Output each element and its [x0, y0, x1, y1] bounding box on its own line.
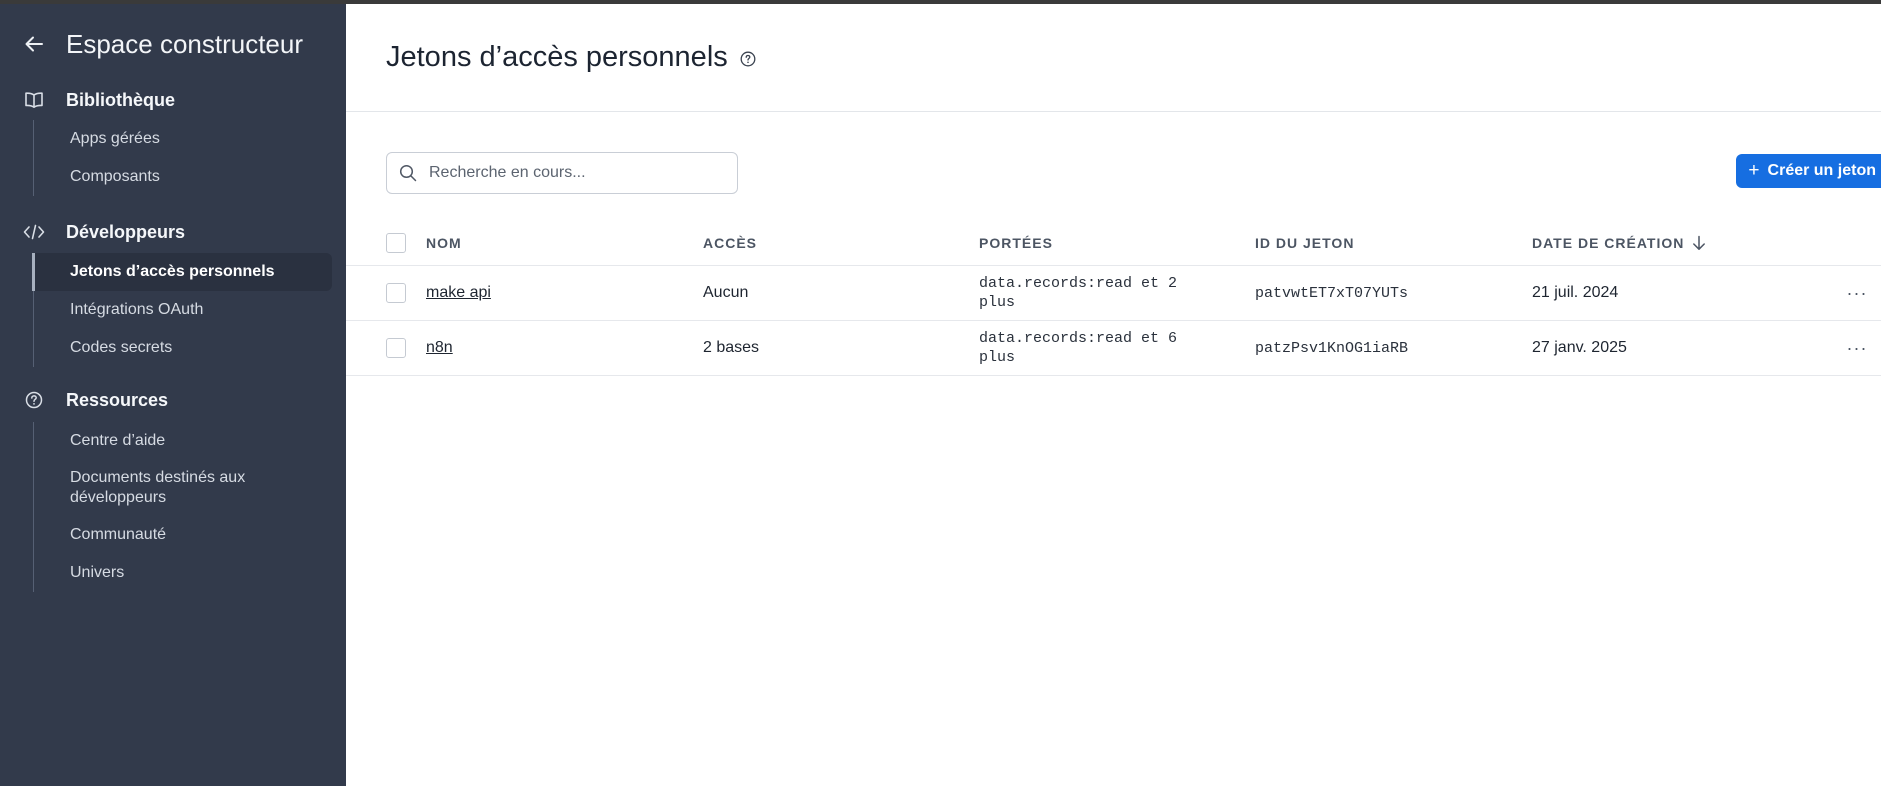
column-header-created[interactable]: DATE DE CRÉATION	[1532, 235, 1792, 251]
main-content: Jetons d’accès personnels + Créer un j	[346, 4, 1881, 786]
toolbar: + Créer un jeton	[386, 152, 1881, 194]
token-scopes: data.records:read et 2 plus	[979, 275, 1178, 311]
plus-icon: +	[1748, 160, 1760, 181]
sidebar-item-secret-codes[interactable]: Codes secrets	[34, 329, 334, 367]
create-token-button[interactable]: + Créer un jeton	[1736, 154, 1881, 188]
sidebar-item-oauth-integrations[interactable]: Intégrations OAuth	[34, 291, 334, 329]
sidebar-item-label: Jetons d’accès personnels	[70, 263, 275, 280]
row-more-options-button[interactable]: ···	[1843, 338, 1871, 358]
sidebar-item-personal-access-tokens[interactable]: Jetons d’accès personnels	[32, 253, 332, 291]
token-created-date: 27 janv. 2025	[1532, 339, 1627, 356]
row-more-options-button[interactable]: ···	[1843, 283, 1871, 303]
search-icon	[399, 164, 417, 182]
help-icon[interactable]	[740, 51, 756, 67]
token-id: patzPsv1KnOG1iaRB	[1255, 339, 1409, 357]
row-select-cell	[346, 338, 426, 358]
sidebar-section-label: Bibliothèque	[66, 89, 175, 110]
page-title: Jetons d’accès personnels	[386, 41, 728, 73]
table-header-row: NOM ACCÈS PORTÉES ID DU JETON DATE DE CR…	[346, 220, 1881, 266]
arrow-left-icon	[25, 36, 43, 52]
token-name-link[interactable]: n8n	[426, 339, 453, 356]
sidebar-item-universe[interactable]: Univers	[34, 554, 334, 592]
sidebar: Espace constructeur Bibliothèque Apps gé…	[0, 4, 346, 786]
select-all-checkbox[interactable]	[386, 232, 406, 253]
sidebar-item-label: Univers	[70, 564, 125, 581]
table-row[interactable]: make api Aucun data.records:read et 2 pl…	[346, 266, 1881, 321]
row-checkbox[interactable]	[386, 338, 406, 358]
sort-descending-icon	[1693, 235, 1706, 250]
sidebar-section-resources: Ressources	[20, 385, 168, 415]
column-header-access[interactable]: ACCÈS	[703, 235, 979, 251]
token-access: 2 bases	[703, 339, 760, 356]
sidebar-section-label: Ressources	[66, 389, 169, 410]
sidebar-item-label: Communauté	[70, 526, 167, 543]
token-access: Aucun	[703, 284, 749, 301]
sidebar-item-label: Composants	[70, 168, 160, 185]
sidebar-item-community[interactable]: Communauté	[34, 516, 334, 554]
search-input[interactable]	[429, 164, 719, 182]
token-name-link[interactable]: make api	[426, 284, 491, 301]
sidebar-item-label: Documents destinés aux développeurs	[70, 469, 246, 506]
column-header-token-id[interactable]: ID DU JETON	[1255, 235, 1532, 251]
sidebar-title: Espace constructeur	[66, 28, 304, 59]
page-header: Jetons d’accès personnels	[346, 4, 1881, 112]
sidebar-header: Espace constructeur	[20, 24, 303, 64]
select-all-cell	[346, 232, 426, 253]
sidebar-item-label: Codes secrets	[70, 339, 173, 356]
token-id: patvwtET7xT07YUTs	[1255, 284, 1409, 302]
sidebar-section-developers: Développeurs	[20, 217, 185, 247]
sidebar-item-components[interactable]: Composants	[34, 158, 334, 196]
tokens-table: NOM ACCÈS PORTÉES ID DU JETON DATE DE CR…	[346, 220, 1881, 376]
column-header-created-label: DATE DE CRÉATION	[1532, 234, 1685, 251]
sidebar-item-label: Apps gérées	[70, 130, 160, 147]
row-select-cell	[346, 283, 426, 303]
app-shell: Espace constructeur Bibliothèque Apps gé…	[0, 4, 1881, 786]
sidebar-item-label: Centre d’aide	[70, 432, 166, 449]
row-checkbox[interactable]	[386, 283, 406, 303]
search-box[interactable]	[386, 152, 738, 194]
column-header-name[interactable]: NOM	[426, 235, 703, 251]
create-token-label: Créer un jeton	[1767, 162, 1876, 179]
sidebar-item-managed-apps[interactable]: Apps gérées	[34, 120, 334, 158]
code-icon	[20, 218, 48, 246]
sidebar-section-label: Développeurs	[66, 221, 186, 242]
table-row[interactable]: n8n 2 bases data.records:read et 6 plus …	[346, 321, 1881, 376]
column-header-scopes[interactable]: PORTÉES	[979, 235, 1255, 251]
token-created-date: 21 juil. 2024	[1532, 284, 1619, 301]
sidebar-group-developers: Jetons d’accès personnels Intégrations O…	[32, 253, 334, 367]
book-icon	[20, 86, 48, 114]
help-circle-icon	[20, 386, 48, 414]
sidebar-item-help-center[interactable]: Centre d’aide	[34, 422, 334, 460]
back-button[interactable]	[20, 30, 48, 58]
sidebar-section-library: Bibliothèque	[20, 85, 175, 115]
sidebar-item-developer-docs[interactable]: Documents destinés aux développeurs	[34, 460, 334, 516]
sidebar-group-library: Apps gérées Composants	[33, 120, 334, 196]
sidebar-item-label: Intégrations OAuth	[70, 301, 204, 318]
token-scopes: data.records:read et 6 plus	[979, 330, 1178, 366]
sidebar-group-resources: Centre d’aide Documents destinés aux dév…	[33, 422, 334, 592]
